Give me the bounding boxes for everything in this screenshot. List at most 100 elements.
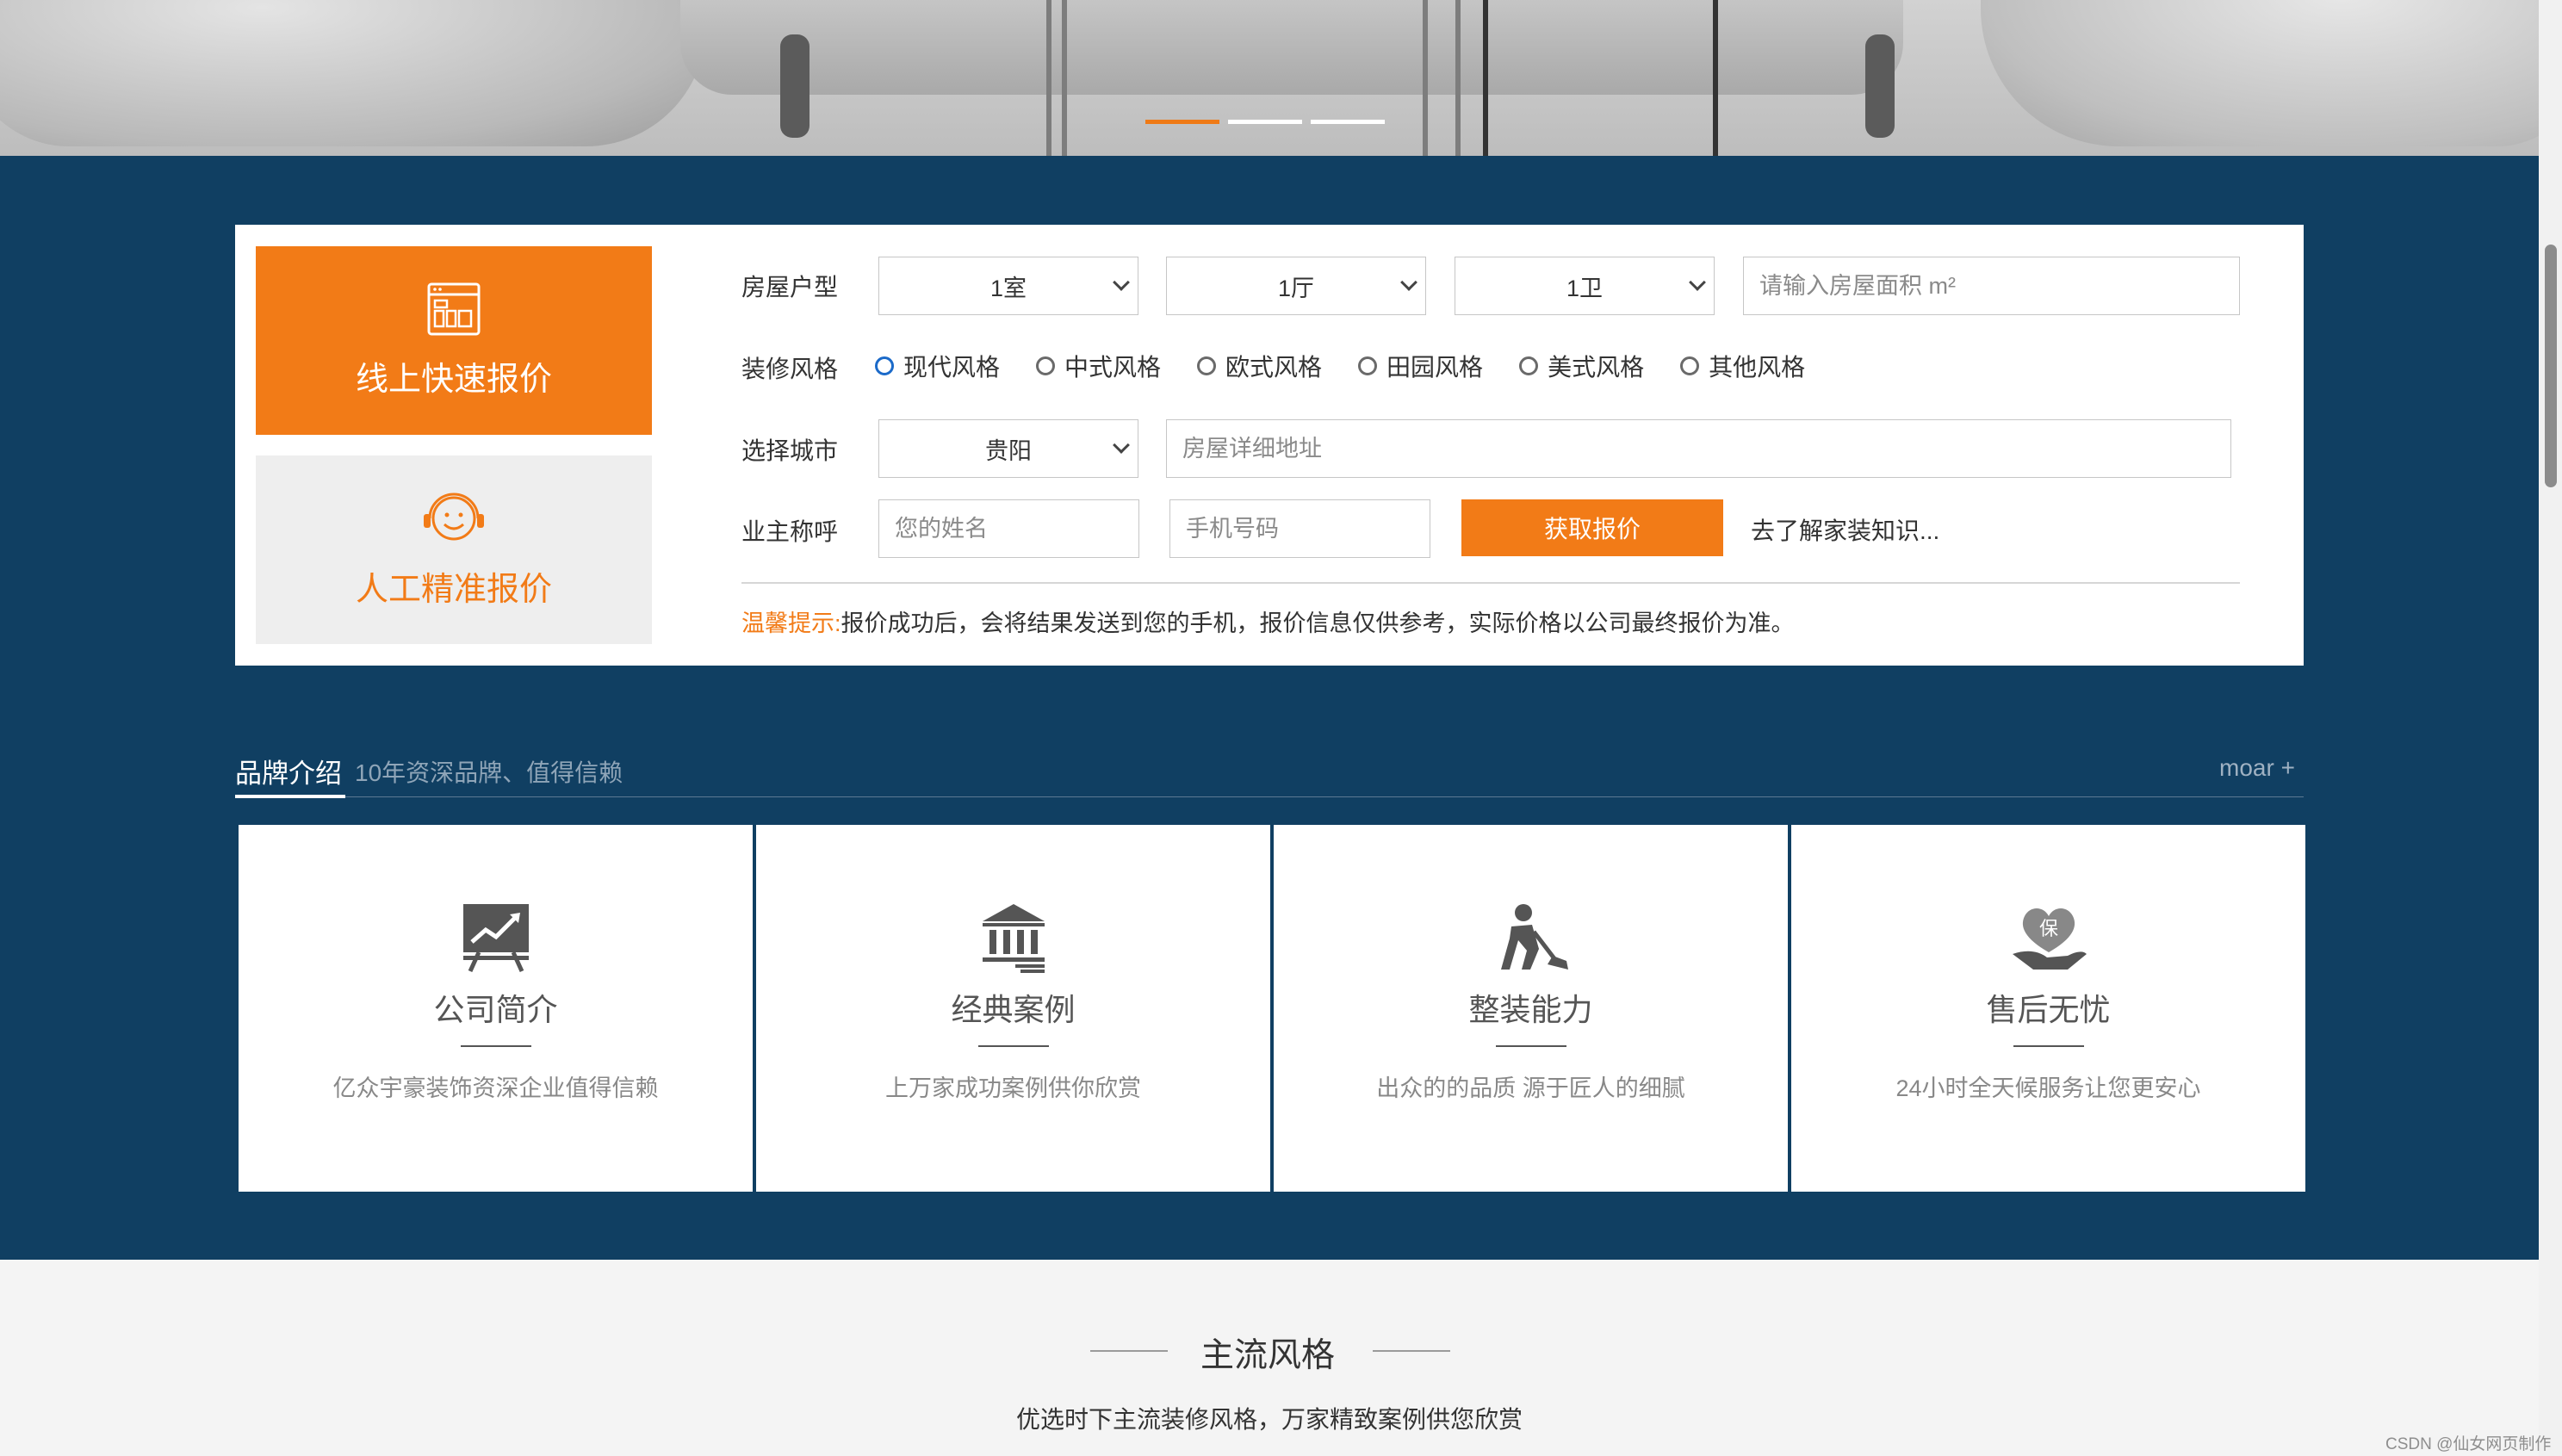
brand-card-aftersales[interactable]: 保 售后无忧 24小时全天候服务让您更安心 (1791, 825, 2305, 1192)
card-title: 公司简介 (433, 992, 558, 1027)
tab-online-label: 线上快速报价 (355, 362, 552, 398)
style-radio-other[interactable]: 其他风格 (1680, 349, 1805, 383)
tip-text: 报价成功后，会将结果发送到您的手机，报价信息仅供参考，实际价格以公司最终报价为准… (841, 610, 1795, 636)
hall-select-value: 1厅 (1277, 275, 1315, 301)
style-radio-label: 欧式风格 (1225, 354, 1323, 381)
tab-online-quote[interactable]: 线上快速报价 (256, 246, 652, 435)
hero-sofa-right (1981, 0, 2539, 146)
scrollbar-thumb[interactable] (2545, 245, 2557, 487)
card-divider (2013, 1045, 2084, 1047)
style-radio-chinese[interactable]: 中式风格 (1036, 349, 1161, 383)
hero-sofa-left (0, 0, 706, 146)
address-input[interactable] (1166, 419, 2231, 478)
get-quote-button[interactable]: 获取报价 (1461, 499, 1723, 556)
room-select[interactable]: 1室 (878, 257, 1138, 315)
card-title: 售后无忧 (1986, 992, 2111, 1027)
title-rule-right (1373, 1350, 1450, 1352)
heart-hand-icon: 保 (2012, 908, 2087, 970)
radio-circle-icon (875, 356, 894, 375)
phone-input[interactable] (1169, 499, 1430, 558)
radio-circle-icon (1680, 356, 1700, 375)
card-divider (977, 1045, 1049, 1047)
house-type-label: 房屋户型 (741, 274, 839, 300)
room-select-value: 1室 (989, 275, 1027, 301)
headset-smile-icon (424, 493, 484, 541)
bath-select-value: 1卫 (1566, 275, 1604, 301)
radio-circle-icon (1358, 356, 1378, 375)
styles-title: 主流风格 (1200, 1337, 1336, 1374)
calculator-window-icon (427, 282, 481, 336)
area-input[interactable] (1743, 257, 2240, 315)
brand-card-cases[interactable]: 经典案例 上万家成功案例供你欣赏 (756, 825, 1270, 1192)
style-radio-label: 田园风格 (1386, 354, 1484, 381)
card-divider (460, 1045, 531, 1047)
card-divider (1495, 1045, 1566, 1047)
style-label: 装修风格 (741, 356, 839, 382)
hall-select[interactable]: 1厅 (1166, 257, 1426, 315)
radio-circle-icon (1519, 356, 1539, 375)
chart-board-icon (462, 904, 529, 973)
owner-label: 业主称呼 (741, 518, 839, 545)
name-input[interactable] (878, 499, 1139, 558)
brand-more-link[interactable]: moar + (2219, 754, 2295, 782)
hero-rod (1483, 0, 1488, 156)
hero-sofa-center (680, 0, 1903, 95)
radio-circle-icon (1036, 356, 1056, 375)
tab-manual-label: 人工精准报价 (355, 572, 552, 608)
card-title: 经典案例 (951, 992, 1076, 1027)
divider (741, 582, 2240, 584)
page-scrollbar[interactable] (2539, 0, 2562, 1456)
card-desc: 上万家成功案例供你欣赏 (885, 1075, 1141, 1101)
brand-card-company[interactable]: 公司简介 亿众宇豪装饰资深企业值得信赖 (239, 825, 753, 1192)
hero-rod (1713, 0, 1718, 156)
city-select-value: 贵阳 (985, 437, 1032, 464)
brand-title: 品牌介绍 (235, 759, 342, 789)
brand-subtitle: 10年资深品牌、值得信赖 (355, 759, 623, 786)
hero-sofa-leg (1865, 34, 1895, 138)
hero-rod (1455, 0, 1461, 156)
style-radio-american[interactable]: 美式风格 (1519, 349, 1644, 383)
style-radio-european[interactable]: 欧式风格 (1197, 349, 1322, 383)
style-radio-label: 其他风格 (1709, 354, 1806, 381)
card-title: 整装能力 (1468, 992, 1593, 1027)
carousel-dot-2[interactable] (1228, 120, 1302, 124)
style-radio-group: 现代风格 中式风格 欧式风格 田园风格 美式风格 其他风格 (875, 349, 1841, 383)
quote-tip: 温馨提示:报价成功后，会将结果发送到您的手机，报价信息仅供参考，实际价格以公司最… (741, 604, 1795, 638)
title-rule-left (1090, 1350, 1168, 1352)
tab-manual-quote[interactable]: 人工精准报价 (256, 455, 652, 644)
city-select[interactable]: 贵阳 (878, 419, 1138, 478)
hero-banner (0, 0, 2539, 156)
bank-building-icon (982, 904, 1045, 973)
watermark: CSDN @仙女网页制作 (2385, 1435, 2552, 1453)
bath-select[interactable]: 1卫 (1455, 257, 1715, 315)
carousel-dot-3[interactable] (1311, 120, 1385, 124)
hero-rod (1046, 0, 1051, 156)
hero-rod (1062, 0, 1067, 156)
style-radio-modern[interactable]: 现代风格 (875, 349, 1000, 383)
city-label: 选择城市 (741, 437, 839, 464)
style-radio-label: 美式风格 (1548, 354, 1645, 381)
style-radio-pastoral[interactable]: 田园风格 (1358, 349, 1483, 383)
hero-sofa-leg (780, 34, 810, 138)
hero-rod (1423, 0, 1428, 156)
brand-divider (235, 796, 2304, 797)
carousel-dot-1[interactable] (1145, 120, 1219, 124)
radio-circle-icon (1197, 356, 1217, 375)
learn-decor-link[interactable]: 去了解家装知识... (1751, 512, 1939, 547)
brand-card-capability[interactable]: 整装能力 出众的的品质 源于匠人的细腻 (1274, 825, 1788, 1192)
styles-subtitle: 优选时下主流装修风格，万家精致案例供您欣赏 (1016, 1406, 1523, 1433)
card-desc: 出众的的品质 源于匠人的细腻 (1376, 1075, 1685, 1101)
card-desc: 24小时全天候服务让您更安心 (1895, 1075, 2201, 1101)
chevron-down-icon (1113, 437, 1130, 454)
worker-shovel-icon (1500, 904, 1568, 970)
card-desc: 亿众宇豪装饰资深企业值得信赖 (332, 1075, 659, 1101)
brand-title-underline (235, 795, 345, 798)
chevron-down-icon (1689, 274, 1706, 291)
chevron-down-icon (1400, 274, 1417, 291)
svg-text:保: 保 (2038, 919, 2057, 940)
style-radio-label: 中式风格 (1064, 354, 1162, 381)
style-radio-label: 现代风格 (903, 354, 1001, 381)
carousel-dots (1145, 120, 1385, 124)
tip-heading: 温馨提示: (741, 610, 841, 636)
chevron-down-icon (1113, 274, 1130, 291)
